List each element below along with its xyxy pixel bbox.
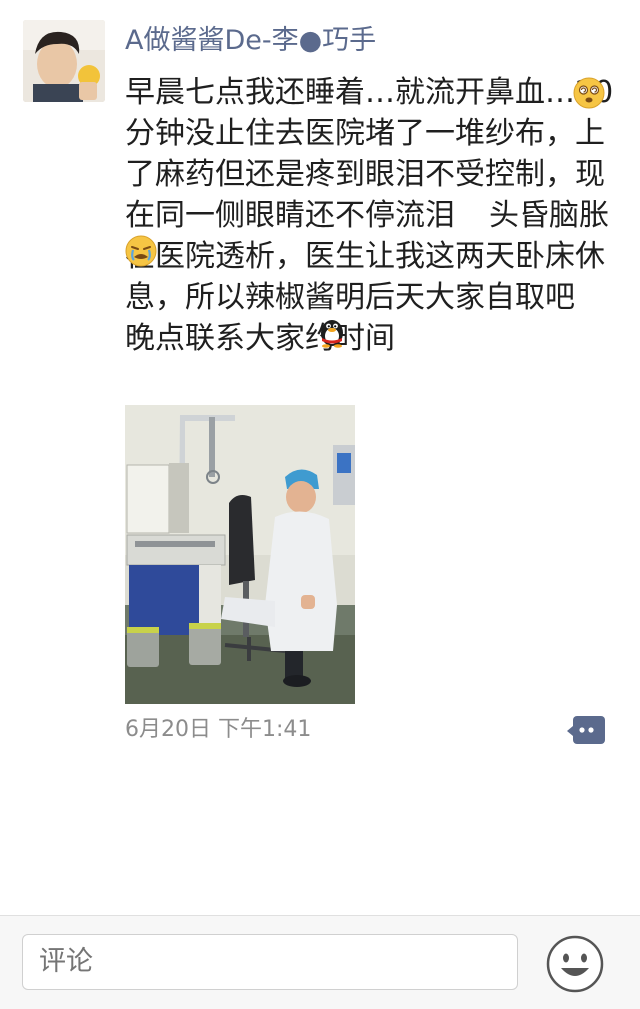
hospital-photo (125, 405, 355, 704)
dizzy-face-icon (573, 77, 605, 109)
post-timestamp: 6月20日 下午1:41 (125, 717, 312, 742)
moments-post: A做酱酱De-李●巧手 早晨七点我还睡着…就流开鼻血…20分钟没止住去医院堵了一… (0, 0, 640, 915)
post-line-9: 间 (365, 321, 395, 356)
post-line-7: 天大家自取吧 (395, 280, 575, 315)
comment-bar (0, 915, 640, 1009)
post-text: 早晨七点我还睡着…就流开鼻血…20分钟没止住去医院堵了一堆纱布，上了麻药但还是疼… (125, 72, 615, 359)
qq-penguin-icon (321, 320, 343, 348)
comment-bubble-icon[interactable] (567, 714, 607, 748)
avatar-photo (23, 20, 105, 102)
username[interactable]: A做酱酱De-李●巧手 (125, 22, 376, 60)
smiley-icon[interactable] (545, 934, 605, 994)
comment-input[interactable] (22, 934, 518, 990)
post-photo[interactable] (125, 405, 355, 704)
user-avatar[interactable] (23, 20, 105, 102)
post-line-1: 早晨七点我还睡着…就流开鼻血 (125, 75, 545, 110)
crying-face-icon (125, 235, 157, 267)
